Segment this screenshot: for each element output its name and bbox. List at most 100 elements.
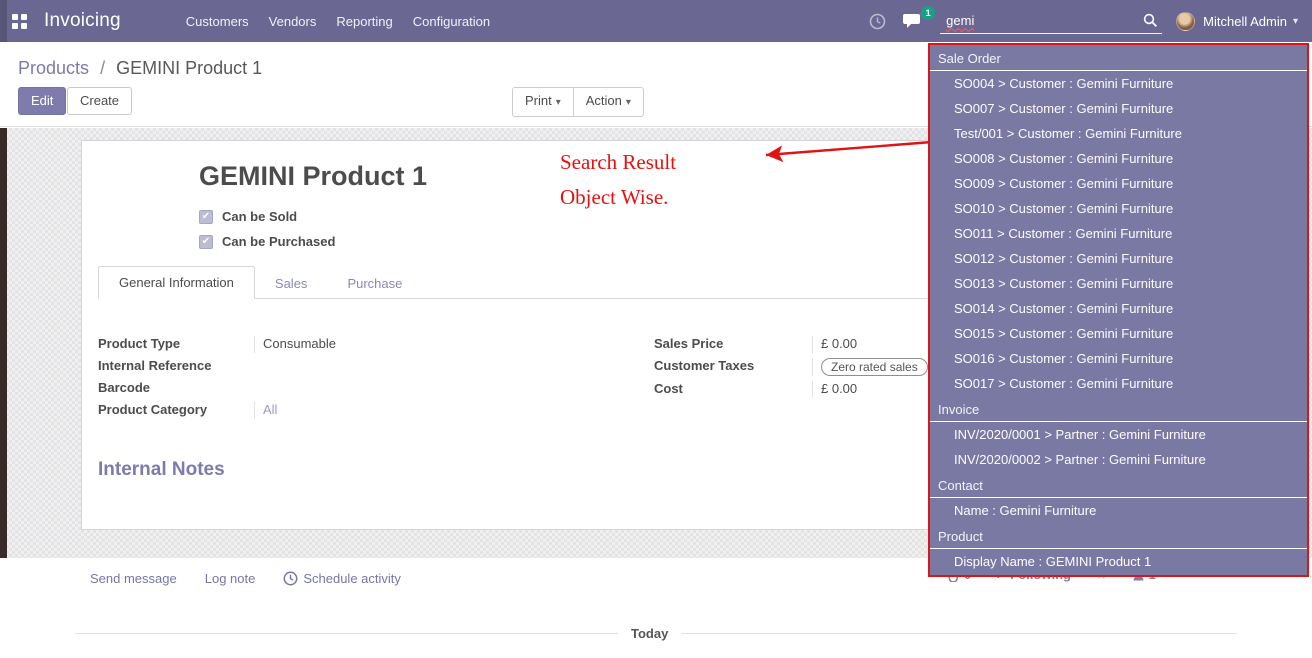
user-menu[interactable]: Mitchell Admin ▾ xyxy=(1176,12,1298,31)
left-field-group: Product Type Consumable Internal Referen… xyxy=(98,334,578,422)
field-product-category: Product Category All xyxy=(98,400,578,422)
activities-clock-icon[interactable] xyxy=(869,13,886,30)
edit-button[interactable]: Edit xyxy=(18,87,66,115)
field-label: Internal Reference xyxy=(98,358,254,373)
search-input[interactable]: gemi xyxy=(940,8,1162,34)
search-result-item[interactable]: SO015 > Customer : Gemini Furniture xyxy=(930,321,1307,346)
can-be-sold-checkbox: ✔ xyxy=(199,210,213,224)
breadcrumb-separator: / xyxy=(94,58,111,78)
customer-tax-pill: Zero rated sales xyxy=(821,358,928,376)
search-group-header-product: Product xyxy=(930,523,1307,549)
search-result-item[interactable]: Test/001 > Customer : Gemini Furniture xyxy=(930,121,1307,146)
print-action-group: Print ▾ Action ▾ xyxy=(512,87,644,117)
can-be-purchased-checkbox: ✔ xyxy=(199,235,213,249)
breadcrumb-current: GEMINI Product 1 xyxy=(116,58,262,78)
search-result-item[interactable]: SO007 > Customer : Gemini Furniture xyxy=(930,96,1307,121)
print-label: Print xyxy=(525,93,552,108)
action-button[interactable]: Action ▾ xyxy=(573,87,644,117)
field-value: Consumable xyxy=(254,336,336,353)
breadcrumb-products-link[interactable]: Products xyxy=(18,58,89,78)
search-result-item[interactable]: SO013 > Customer : Gemini Furniture xyxy=(930,271,1307,296)
top-navbar: Invoicing Customers Vendors Reporting Co… xyxy=(0,0,1312,42)
search-group-header-contact: Contact xyxy=(930,472,1307,498)
field-value: £ 0.00 xyxy=(812,381,857,398)
field-value xyxy=(254,380,262,397)
schedule-activity-button[interactable]: Schedule activity xyxy=(283,571,401,586)
main-menu: Customers Vendors Reporting Configuratio… xyxy=(176,1,500,42)
search-group-header-sale-order: Sale Order xyxy=(930,45,1307,71)
search-result-item[interactable]: SO004 > Customer : Gemini Furniture xyxy=(930,71,1307,96)
divider-line xyxy=(75,633,618,634)
annotation-text: Search Result Object Wise. xyxy=(560,145,676,215)
divider-line xyxy=(681,633,1237,634)
search-result-item[interactable]: SO016 > Customer : Gemini Furniture xyxy=(930,346,1307,371)
search-result-item[interactable]: SO011 > Customer : Gemini Furniture xyxy=(930,221,1307,246)
log-note-button[interactable]: Log note xyxy=(205,571,256,586)
search-icon[interactable] xyxy=(1143,13,1158,28)
search-result-item[interactable]: SO014 > Customer : Gemini Furniture xyxy=(930,296,1307,321)
field-value: Zero rated sales xyxy=(812,358,928,376)
annotation-arrow xyxy=(752,136,934,164)
user-avatar xyxy=(1176,12,1195,31)
field-label: Sales Price xyxy=(654,336,812,351)
apps-menu-icon[interactable] xyxy=(12,14,27,29)
search-result-item[interactable]: SO010 > Customer : Gemini Furniture xyxy=(930,196,1307,221)
annotation-line-2: Object Wise. xyxy=(560,180,676,215)
field-value xyxy=(254,358,262,375)
search-result-item[interactable]: SO012 > Customer : Gemini Furniture xyxy=(930,246,1307,271)
send-message-button[interactable]: Send message xyxy=(90,571,177,586)
field-value: £ 0.00 xyxy=(812,336,857,353)
menu-configuration[interactable]: Configuration xyxy=(403,1,500,42)
product-category-link[interactable]: All xyxy=(254,402,277,419)
field-barcode: Barcode xyxy=(98,378,578,400)
messages-icon[interactable]: 1 xyxy=(902,13,924,30)
search-result-item[interactable]: INV/2020/0001 > Partner : Gemini Furnitu… xyxy=(930,422,1307,447)
can-be-sold-row: ✔ Can be Sold xyxy=(199,209,297,224)
search-result-item[interactable]: Display Name : GEMINI Product 1 xyxy=(930,549,1307,574)
tab-general-information[interactable]: General Information xyxy=(98,266,255,299)
internal-notes-heading: Internal Notes xyxy=(98,459,225,481)
left-dark-strip xyxy=(0,128,7,558)
search-input-value: gemi xyxy=(946,13,1143,28)
can-be-purchased-row: ✔ Can be Purchased xyxy=(199,234,335,249)
clock-icon xyxy=(283,571,298,586)
chevron-down-icon: ▾ xyxy=(556,97,561,108)
search-result-item[interactable]: SO009 > Customer : Gemini Furniture xyxy=(930,171,1307,196)
chevron-down-icon: ▾ xyxy=(1293,16,1298,27)
today-label: Today xyxy=(618,626,681,641)
navbar-right: 1 gemi Mitchell Admin ▾ xyxy=(869,8,1312,34)
search-result-item[interactable]: INV/2020/0002 > Partner : Gemini Furnitu… xyxy=(930,447,1307,472)
field-internal-reference: Internal Reference xyxy=(98,356,578,378)
tab-sales[interactable]: Sales xyxy=(255,268,328,299)
invoicing-app-screen: Invoicing Customers Vendors Reporting Co… xyxy=(0,0,1312,658)
print-button[interactable]: Print ▾ xyxy=(512,87,573,117)
breadcrumb: Products / GEMINI Product 1 xyxy=(18,58,262,79)
search-group-header-invoice: Invoice xyxy=(930,396,1307,422)
search-result-item[interactable]: SO017 > Customer : Gemini Furniture xyxy=(930,371,1307,396)
tab-purchase[interactable]: Purchase xyxy=(327,268,422,299)
field-label: Cost xyxy=(654,381,812,396)
chevron-down-icon: ▾ xyxy=(626,97,631,108)
search-result-item[interactable]: Name : Gemini Furniture xyxy=(930,498,1307,523)
can-be-sold-label: Can be Sold xyxy=(222,209,297,224)
menu-vendors[interactable]: Vendors xyxy=(259,1,327,42)
today-divider: Today xyxy=(75,626,1237,641)
field-label: Customer Taxes xyxy=(654,358,812,373)
annotation-line-1: Search Result xyxy=(560,145,676,180)
field-label: Product Type xyxy=(98,336,254,351)
messages-badge: 1 xyxy=(921,6,935,20)
can-be-purchased-label: Can be Purchased xyxy=(222,234,335,249)
user-name: Mitchell Admin xyxy=(1203,14,1287,29)
app-name[interactable]: Invoicing xyxy=(44,10,121,32)
schedule-activity-label: Schedule activity xyxy=(303,571,401,586)
search-results-dropdown: Sale Order SO004 > Customer : Gemini Fur… xyxy=(928,43,1309,577)
search-result-item[interactable]: SO008 > Customer : Gemini Furniture xyxy=(930,146,1307,171)
create-button[interactable]: Create xyxy=(67,87,132,115)
navbar-edge xyxy=(0,0,7,42)
field-label: Product Category xyxy=(98,402,254,417)
field-product-type: Product Type Consumable xyxy=(98,334,578,356)
menu-customers[interactable]: Customers xyxy=(176,1,259,42)
product-title: GEMINI Product 1 xyxy=(199,161,427,192)
menu-reporting[interactable]: Reporting xyxy=(326,1,402,42)
action-label: Action xyxy=(586,93,622,108)
